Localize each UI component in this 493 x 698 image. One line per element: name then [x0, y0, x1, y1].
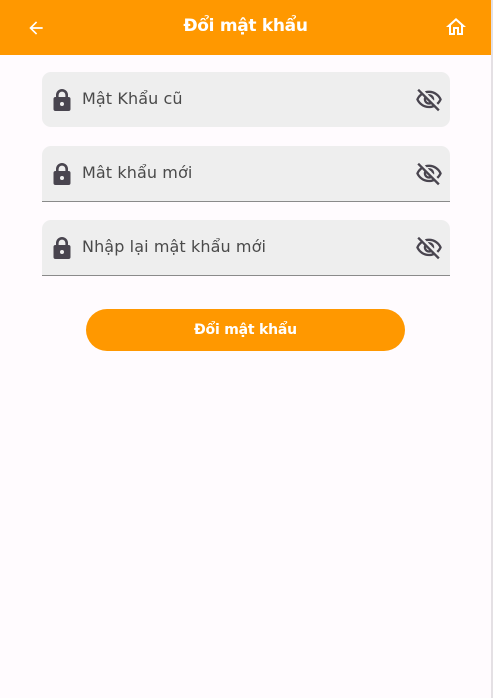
app-bar: Đổi mật khẩu — [0, 0, 491, 55]
eye-off-icon — [416, 236, 442, 260]
new-password-placeholder: Mât khẩu mới — [82, 163, 193, 182]
old-password-placeholder: Mật Khẩu cũ — [82, 89, 183, 108]
change-password-button[interactable]: Đổi mật khẩu — [86, 309, 405, 351]
confirm-password-field[interactable]: Nhập lại mật khẩu mới — [42, 220, 450, 276]
change-password-screen: Đổi mật khẩu Mật Khẩu cũ Mât khẩu mới Nh… — [0, 0, 493, 698]
eye-off-icon — [416, 88, 442, 112]
toggle-visibility-button[interactable] — [414, 160, 444, 188]
old-password-field[interactable]: Mật Khẩu cũ — [42, 72, 450, 127]
lock-icon — [52, 236, 72, 260]
eye-off-icon — [416, 162, 442, 186]
toggle-visibility-button[interactable] — [414, 234, 444, 262]
confirm-password-placeholder: Nhập lại mật khẩu mới — [82, 237, 267, 256]
home-icon — [446, 18, 466, 35]
lock-icon — [52, 162, 72, 186]
new-password-field[interactable]: Mât khẩu mới — [42, 146, 450, 202]
home-button[interactable] — [442, 13, 470, 41]
page-title: Đổi mật khẩu — [183, 16, 308, 36]
lock-icon — [52, 88, 72, 112]
toggle-visibility-button[interactable] — [414, 86, 444, 114]
